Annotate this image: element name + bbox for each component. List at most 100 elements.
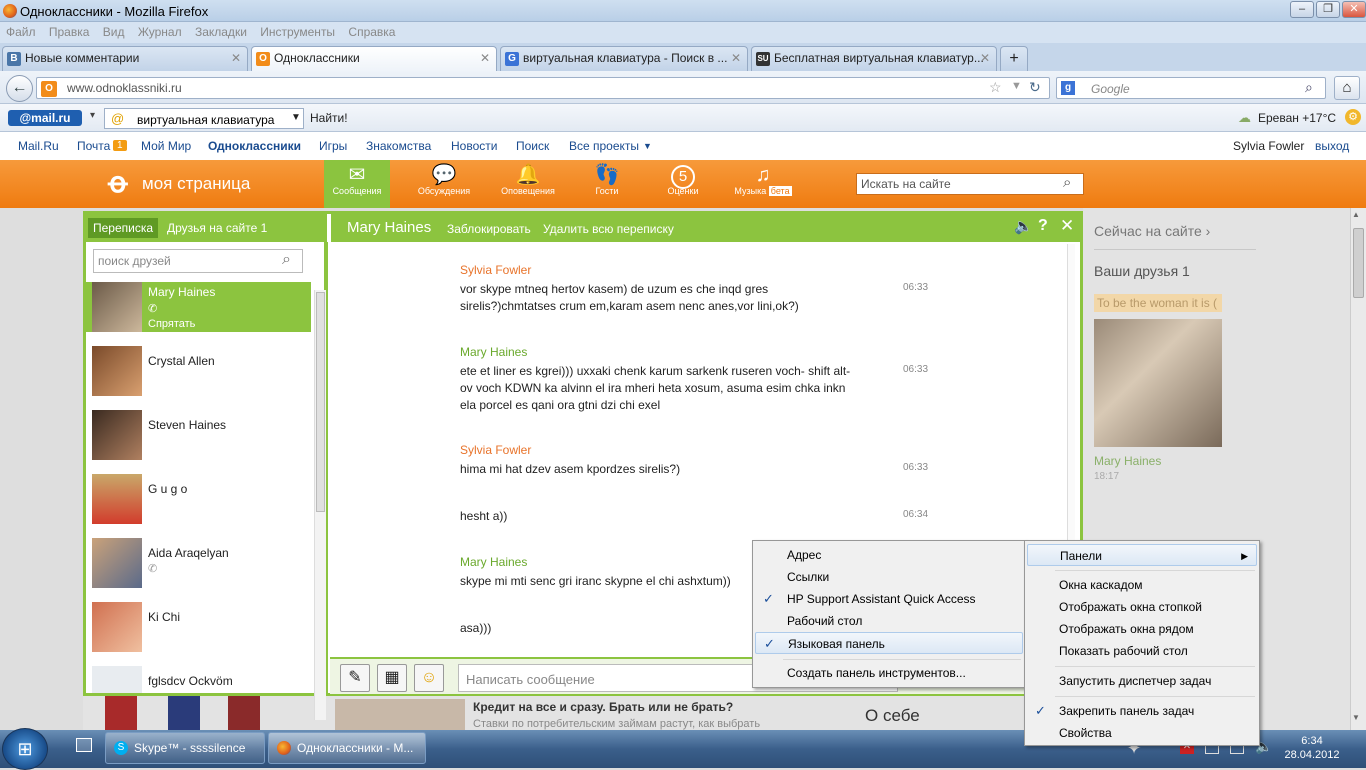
friend-item-mary-haines[interactable]: Mary Haines ✆ Спрятать: [86, 282, 311, 332]
message-author[interactable]: Sylvia Fowler: [460, 443, 860, 457]
weather-text[interactable]: Ереван +17°C: [1258, 111, 1336, 125]
logout-link[interactable]: выход: [1315, 139, 1349, 153]
taskbar-item-skype[interactable]: S Skype™ - ssssilence: [105, 732, 265, 764]
search-icon[interactable]: ⌕: [1063, 174, 1071, 191]
menu-view[interactable]: Вид: [103, 22, 125, 43]
tab-friends-online[interactable]: Друзья на сайте 1: [167, 221, 267, 235]
message-author[interactable]: Mary Haines: [460, 345, 860, 359]
menu-item-show-desktop[interactable]: Показать рабочий стол: [1027, 640, 1257, 662]
current-user-name[interactable]: Sylvia Fowler: [1233, 139, 1304, 153]
menu-item-properties[interactable]: Свойства: [1027, 722, 1257, 744]
link-all-projects[interactable]: Все проекты: [569, 139, 639, 153]
page-scrollbar[interactable]: ▲ ▼: [1350, 208, 1366, 730]
menu-item-desktop[interactable]: Рабочий стол: [755, 610, 1023, 632]
friend-item-ki-chi[interactable]: Ki Chi: [86, 602, 311, 666]
dropdown-arrow-icon[interactable]: ▾: [90, 110, 95, 121]
gear-icon[interactable]: ⚙: [1345, 109, 1361, 125]
gift-icon[interactable]: ▦: [377, 664, 407, 692]
taskbar-clock[interactable]: 6:34 28.04.2012: [1282, 734, 1342, 762]
nav-discussions[interactable]: 💬 Обсуждения: [411, 160, 477, 208]
menu-item-hp-support[interactable]: ✓ HP Support Assistant Quick Access: [755, 588, 1023, 610]
site-search-input[interactable]: Искать на сайте ⌕: [856, 173, 1084, 195]
scrollbar-thumb[interactable]: [316, 292, 325, 512]
menu-item-address[interactable]: Адрес: [755, 544, 1023, 566]
friend-item-gugo[interactable]: G u g o: [86, 474, 311, 538]
help-icon[interactable]: ?: [1038, 217, 1048, 235]
link-dating[interactable]: Знакомства: [366, 139, 431, 153]
link-news[interactable]: Новости: [451, 139, 497, 153]
smiley-icon[interactable]: ☺: [414, 664, 444, 692]
tab-virtual-keyboard[interactable]: SU Бесплатная виртуальная клавиатур... ✕: [751, 46, 997, 71]
ad-image[interactable]: [168, 696, 200, 730]
minimize-button[interactable]: –: [1290, 1, 1314, 18]
menu-help[interactable]: Справка: [348, 22, 395, 43]
friend-item-fglsdcv[interactable]: fglsdcv Ockvöm: [86, 666, 311, 693]
nav-notifications[interactable]: 🔔 Оповещения: [495, 160, 561, 208]
conversation-partner[interactable]: Mary Haines: [347, 219, 431, 236]
menu-item-language-bar[interactable]: ✓ Языковая панель: [755, 632, 1023, 654]
menu-item-new-toolbar[interactable]: Создать панель инструментов...: [755, 662, 1023, 684]
your-friends-heading[interactable]: Ваши друзья 1: [1094, 263, 1190, 279]
maximize-button[interactable]: ❐: [1316, 1, 1340, 18]
link-myworld[interactable]: Мой Мир: [141, 139, 191, 153]
link-odnoklassniki[interactable]: Одноклассники: [208, 139, 301, 153]
ad-image[interactable]: [228, 696, 260, 730]
close-tab-icon[interactable]: ✕: [980, 47, 990, 70]
menu-item-panels[interactable]: Панели ▶: [1027, 544, 1257, 566]
close-tab-icon[interactable]: ✕: [231, 47, 241, 70]
delete-conversation-link[interactable]: Удалить всю переписку: [543, 222, 674, 236]
close-tab-icon[interactable]: ✕: [731, 47, 741, 70]
menu-item-lock-taskbar[interactable]: ✓ Закрепить панель задач: [1027, 700, 1257, 722]
google-engine-icon[interactable]: g: [1061, 81, 1075, 95]
bookmark-star-icon[interactable]: ☆: [989, 79, 1002, 96]
menu-item-links[interactable]: Ссылки: [755, 566, 1023, 588]
dropdown-arrow-icon[interactable]: ▼: [1011, 80, 1022, 92]
message-author[interactable]: Sylvia Fowler: [460, 263, 860, 277]
nav-guests[interactable]: 👣 Гости: [574, 160, 640, 208]
nav-grades[interactable]: 5 Оценки: [650, 160, 716, 208]
reload-icon[interactable]: ↻: [1029, 79, 1041, 96]
scroll-up-icon[interactable]: ▲: [1352, 210, 1360, 219]
tab-conversations[interactable]: Переписка: [88, 218, 159, 238]
hide-link[interactable]: Спрятать: [148, 318, 195, 330]
link-games[interactable]: Игры: [319, 139, 347, 153]
tab-odnoklassniki[interactable]: О Одноклассники ✕: [251, 46, 497, 72]
nav-messages[interactable]: ✉ Сообщения: [324, 160, 390, 208]
pencil-icon[interactable]: ✎: [340, 664, 370, 692]
back-button[interactable]: ←: [6, 75, 33, 102]
link-mailru[interactable]: Mail.Ru: [18, 139, 59, 153]
taskbar-item-firefox[interactable]: Одноклассники - M...: [268, 732, 426, 764]
close-window-button[interactable]: ✕: [1342, 1, 1366, 18]
start-button[interactable]: ⊞: [2, 728, 48, 770]
friend-search-input[interactable]: поиск друзей ⌕: [93, 249, 303, 273]
friend-photo[interactable]: [1094, 319, 1222, 447]
ad-photo[interactable]: [335, 699, 465, 730]
home-button[interactable]: ⌂: [1334, 76, 1360, 100]
online-now-link[interactable]: Сейчас на сайте ›: [1094, 223, 1210, 239]
friend-item-aida-araqelyan[interactable]: Aida Araqelyan ✆: [86, 538, 311, 602]
mailru-search-input[interactable]: @ виртуальная клавиатура ▼: [104, 108, 304, 129]
block-user-link[interactable]: Заблокировать: [447, 222, 531, 236]
friend-item-steven-haines[interactable]: Steven Haines: [86, 410, 311, 474]
new-tab-button[interactable]: +: [1000, 46, 1028, 71]
menu-tools[interactable]: Инструменты: [260, 22, 335, 43]
friend-item-crystal-allen[interactable]: Crystal Allen: [86, 346, 311, 410]
menu-item-stacked[interactable]: Отображать окна стопкой: [1027, 596, 1257, 618]
ad-image[interactable]: [105, 696, 137, 730]
close-tab-icon[interactable]: ✕: [480, 47, 490, 70]
sound-icon[interactable]: 🔈: [1014, 217, 1033, 235]
search-icon[interactable]: ⌕: [282, 251, 291, 269]
ad-title[interactable]: Кредит на все и сразу. Брать или не брат…: [473, 700, 733, 714]
friend-name-link[interactable]: Mary Haines: [1094, 454, 1161, 468]
close-icon[interactable]: ✕: [1060, 216, 1074, 236]
menu-item-task-manager[interactable]: Запустить диспетчер задач: [1027, 670, 1257, 692]
ok-logo-icon[interactable]: ꝋ: [108, 168, 128, 198]
menu-bookmarks[interactable]: Закладки: [195, 22, 247, 43]
chevron-down-icon[interactable]: ▼: [291, 112, 301, 123]
menu-item-side-by-side[interactable]: Отображать окна рядом: [1027, 618, 1257, 640]
menu-item-cascade[interactable]: Окна каскадом: [1027, 574, 1257, 596]
link-mail[interactable]: Почта: [77, 139, 110, 153]
nav-music[interactable]: ♫ Музыка бета: [730, 160, 796, 208]
friends-scrollbar[interactable]: [314, 290, 326, 720]
search-bar[interactable]: g Google ⌕: [1056, 77, 1326, 99]
